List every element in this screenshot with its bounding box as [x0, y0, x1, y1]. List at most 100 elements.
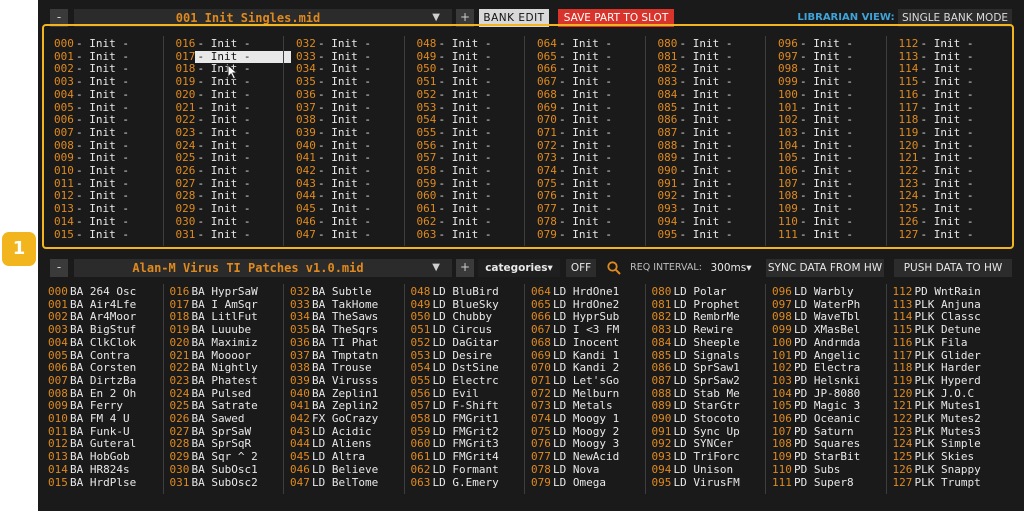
- library-patch[interactable]: 051 LD Circus: [405, 323, 523, 337]
- library-patch[interactable]: 125 PLK Skies: [887, 450, 1005, 464]
- categories-dropdown[interactable]: categories▾: [478, 259, 560, 277]
- library-patch[interactable]: 070 LD Kandi 2: [525, 361, 643, 375]
- patch-number: 058: [410, 412, 431, 425]
- library-patch[interactable]: 080 LD Polar: [646, 285, 764, 299]
- filter-off-toggle[interactable]: OFF: [566, 259, 596, 277]
- library-patch[interactable]: 106 PD Oceanic: [766, 412, 884, 426]
- library-patch[interactable]: 006 BA Corsten: [42, 361, 160, 375]
- library-patch[interactable]: 118 PLK Harder: [887, 361, 1005, 375]
- library-patch[interactable]: 042 FX GoCrazy: [284, 412, 402, 426]
- library-patch[interactable]: 111 PD Super8: [766, 476, 884, 490]
- library-patch[interactable]: 022 BA Nightly: [164, 361, 282, 375]
- library-patch[interactable]: 010 BA FM 4 U: [42, 412, 160, 426]
- remove-library-button[interactable]: -: [50, 259, 68, 277]
- library-patch[interactable]: 047 LD BelTome: [284, 476, 402, 490]
- library-patch[interactable]: 045 LD Altra: [284, 450, 402, 464]
- library-patch[interactable]: 079 LD Omega: [525, 476, 643, 490]
- library-patch[interactable]: 016 BA HyprSaW: [164, 285, 282, 299]
- library-patch[interactable]: 090 LD Stocoto: [646, 412, 764, 426]
- search-icon[interactable]: [606, 260, 622, 276]
- patch-number: 022: [169, 361, 190, 375]
- library-patch[interactable]: 064 LD HrdOne1: [525, 285, 643, 299]
- library-patch[interactable]: 071 LD Let'sGo: [525, 374, 643, 388]
- library-patch[interactable]: 078 LD Nova: [525, 463, 643, 477]
- library-patch[interactable]: 013 BA HobGob: [42, 450, 160, 464]
- library-patch[interactable]: 074 LD Moogy 1: [525, 412, 643, 426]
- patch-name: BA BigStuf: [70, 323, 137, 337]
- patch-number: 087: [651, 373, 672, 387]
- library-patch[interactable]: 032 BA Subtle: [284, 285, 402, 299]
- library-file-select[interactable]: Alan-M Virus TI Patches v1.0.mid ▼: [74, 259, 452, 277]
- library-patch[interactable]: 095 LD VirusFM: [646, 476, 764, 490]
- library-patch[interactable]: 103 PD Helsnki: [766, 374, 884, 388]
- library-patch[interactable]: 112 PD WntRain: [887, 285, 1005, 299]
- library-patch[interactable]: 019 BA Luuube: [164, 323, 282, 337]
- library-patch[interactable]: 110 PD Subs: [766, 462, 884, 477]
- patch-number: 003: [48, 323, 68, 337]
- patch-name: LD DaGitar: [432, 335, 499, 349]
- library-patch[interactable]: 007 BA DirtzBa: [42, 374, 160, 388]
- library-patch[interactable]: 054 LD DstSine: [405, 361, 523, 375]
- library-patch[interactable]: 000 BA 264 Osc: [42, 285, 160, 299]
- patch-number: 029: [169, 450, 190, 464]
- library-patch[interactable]: 115 PLK Detune: [887, 323, 1005, 337]
- library-patch[interactable]: 014 BA HR824s: [42, 463, 160, 477]
- library-patch[interactable]: 126 PLK Snappy: [887, 463, 1005, 477]
- library-patch[interactable]: 067 LD I <3 FM: [525, 323, 643, 337]
- library-patch[interactable]: 004 BA ClkClok: [42, 336, 160, 350]
- library-patch[interactable]: 099 LD XMasBel: [766, 323, 884, 337]
- sync-from-hw-button[interactable]: SYNC DATA FROM HW: [766, 259, 884, 277]
- library-patch[interactable]: 015 BA HrdPlse: [42, 476, 160, 490]
- patch-number: 013: [48, 450, 68, 464]
- patch-name: PLK Trumpt: [914, 475, 981, 489]
- categories-label: categories: [485, 262, 548, 274]
- library-patch[interactable]: 030 BA SubOsc1: [164, 463, 282, 477]
- library-patch[interactable]: 003 BA BigStuf: [42, 323, 160, 337]
- library-patch[interactable]: 063 LD G.Emery: [405, 476, 523, 490]
- highlight-frame: [42, 24, 1014, 249]
- add-library-button[interactable]: +: [456, 259, 474, 277]
- library-patch[interactable]: 061 LD FMGrit4: [405, 450, 523, 464]
- library-patch[interactable]: 029 BA Sqr ^ 2: [164, 450, 282, 464]
- library-patch[interactable]: 039 BA Virusss: [284, 374, 402, 388]
- request-interval-select[interactable]: 300ms▾: [706, 259, 756, 277]
- library-patch[interactable]: 116 PLK Fila: [887, 336, 1005, 350]
- library-patch[interactable]: 083 LD Rewire: [646, 323, 764, 337]
- library-patch[interactable]: 038 BA Trouse: [284, 361, 402, 375]
- library-patch[interactable]: 026 BA Sawed: [164, 412, 282, 426]
- library-patch[interactable]: 052 LD DaGitar: [405, 335, 523, 350]
- library-patch[interactable]: 036 BA TI Phat: [284, 336, 402, 350]
- library-patch[interactable]: 031 BA SubOsc2: [164, 476, 282, 490]
- library-patch[interactable]: 058 LD FMGrit1: [405, 412, 523, 426]
- library-patch[interactable]: 048 LD BluBird: [405, 285, 523, 299]
- library-patch[interactable]: 087 LD SprSaw2: [646, 373, 764, 388]
- library-patch[interactable]: 094 LD Unison: [646, 463, 764, 477]
- patch-name: LD Believe: [312, 462, 379, 476]
- library-patch[interactable]: 122 PLK Mutes2: [887, 412, 1005, 426]
- library-patch[interactable]: 023 BA Phatest: [164, 374, 282, 388]
- library-patch[interactable]: 046 LD Believe: [284, 462, 402, 477]
- library-patch[interactable]: 062 LD Formant: [405, 463, 523, 477]
- library-patch[interactable]: 084 LD Sheeple: [646, 336, 764, 350]
- library-patch[interactable]: 077 LD NewAcid: [525, 450, 643, 464]
- library-patch[interactable]: 086 LD SprSaw1: [646, 361, 764, 375]
- library-patch[interactable]: 102 PD Electra: [766, 361, 884, 375]
- patch-name: LD Warbly: [794, 285, 854, 298]
- library-patch[interactable]: 093 LD TriForc: [646, 450, 764, 464]
- patch-number: 127: [892, 475, 913, 489]
- patch-name: LD NewAcid: [553, 450, 620, 464]
- patch-name: PD Electra: [794, 361, 861, 375]
- push-to-hw-button[interactable]: PUSH DATA TO HW: [894, 259, 1012, 277]
- patch-number: 038: [290, 361, 310, 375]
- library-patch[interactable]: 068 LD Inocent: [525, 336, 643, 350]
- patch-number: 045: [290, 450, 310, 464]
- patch-name: PD Subs: [794, 462, 841, 476]
- library-patch[interactable]: 096 LD Warbly: [766, 285, 884, 299]
- library-patch[interactable]: 109 PD StarBit: [766, 450, 884, 464]
- library-patch[interactable]: 055 LD Electrc: [405, 374, 523, 388]
- library-patch[interactable]: 119 PLK Hyperd: [887, 374, 1005, 388]
- library-patch[interactable]: 020 BA Maximiz: [164, 336, 282, 350]
- library-patch[interactable]: 035 BA TheSqrs: [284, 323, 402, 337]
- library-patch[interactable]: 100 PD Andrmda: [766, 336, 884, 350]
- library-patch[interactable]: 127 PLK Trumpt: [887, 475, 1005, 490]
